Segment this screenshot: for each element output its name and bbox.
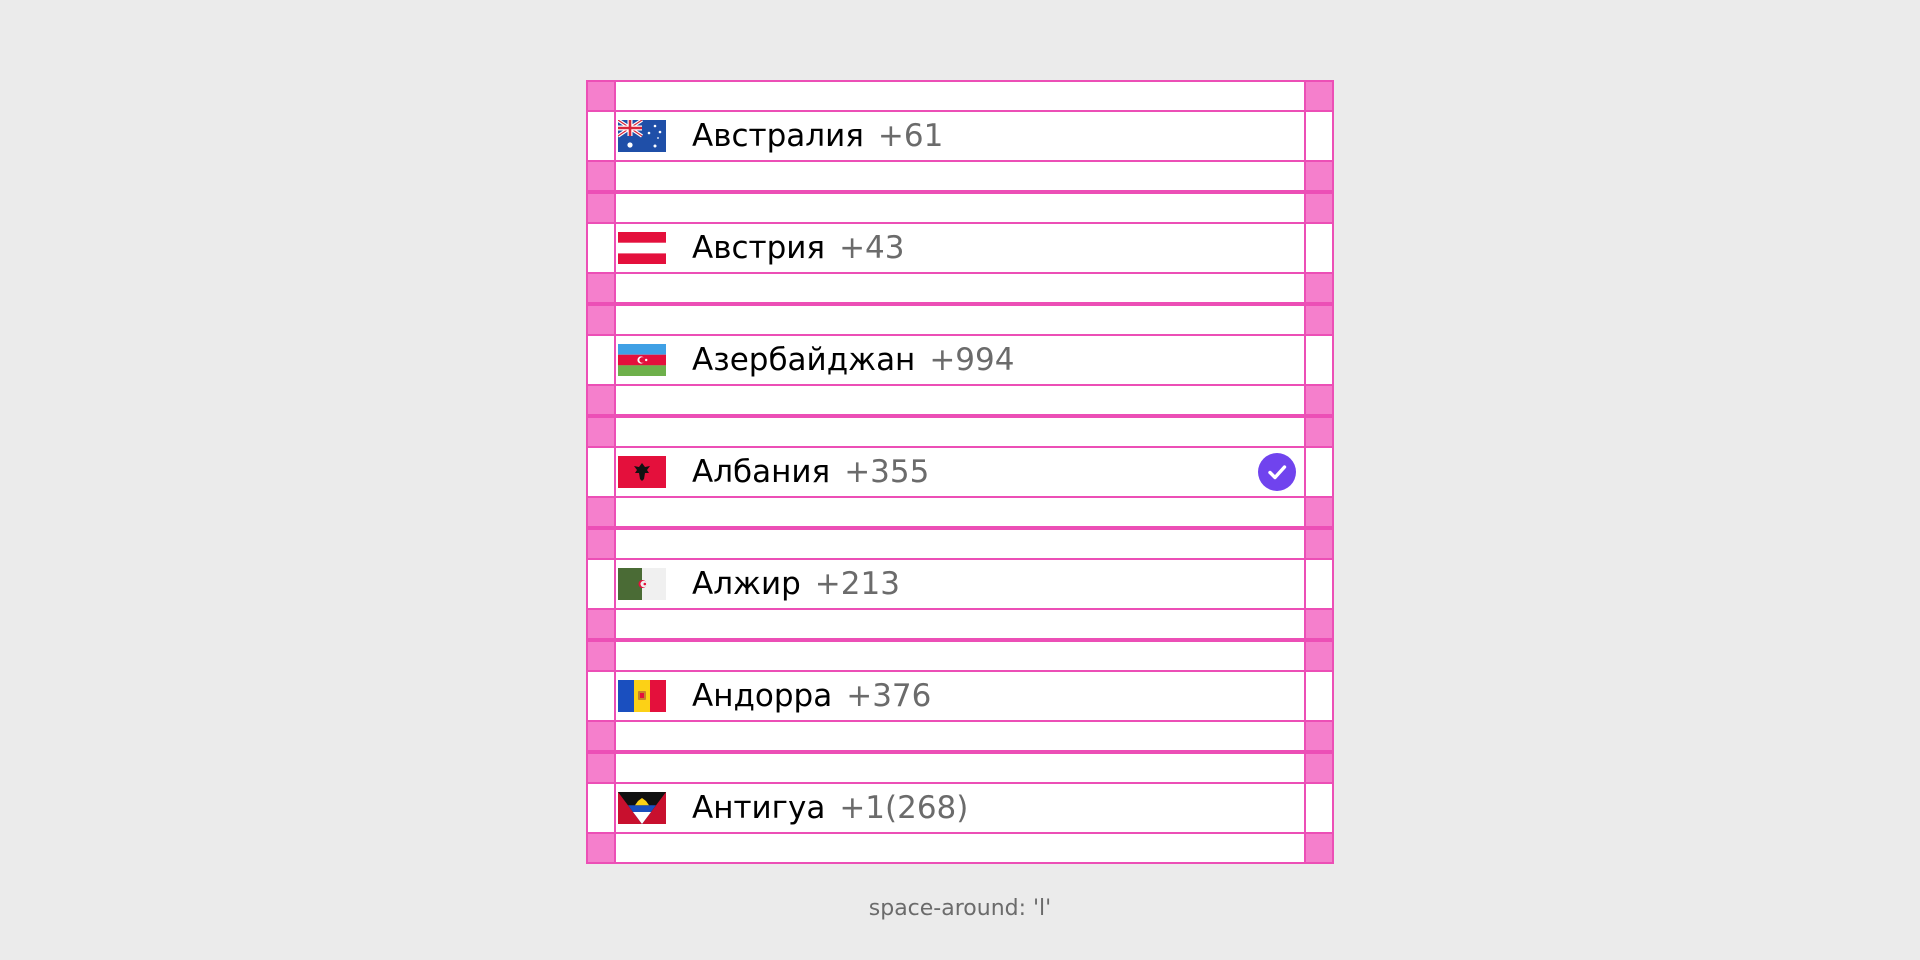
top-spacing-guide (586, 416, 1334, 448)
top-spacing-guide (586, 528, 1334, 560)
country-name: Андорра (692, 678, 833, 714)
bottom-spacing-guide (586, 608, 1334, 640)
australia-flag-icon (618, 120, 666, 152)
item-content: Алжир +213 (586, 558, 1334, 610)
item-content: Албания +355 (586, 446, 1334, 498)
country-code: +994 (929, 342, 1015, 378)
bottom-spacing-guide (586, 496, 1334, 528)
country-item[interactable]: Антигуа +1(268) (586, 752, 1334, 864)
bottom-spacing-guide (586, 384, 1334, 416)
country-code: +43 (839, 230, 905, 266)
country-item[interactable]: Австралия +61 (586, 80, 1334, 192)
top-spacing-guide (586, 752, 1334, 784)
item-content: Азербайджан +994 (586, 334, 1334, 386)
top-spacing-guide (586, 80, 1334, 112)
algeria-flag-icon (618, 568, 666, 600)
country-name: Алжир (692, 566, 801, 602)
country-item[interactable]: Азербайджан +994 (586, 304, 1334, 416)
country-name: Албания (692, 454, 831, 490)
albania-flag-icon (618, 456, 666, 488)
item-content: Австрия +43 (586, 222, 1334, 274)
bottom-spacing-guide (586, 272, 1334, 304)
top-spacing-guide (586, 304, 1334, 336)
bottom-spacing-guide (586, 832, 1334, 864)
country-list: Австралия +61 Австрия +43 Азербайджан +9… (586, 80, 1334, 864)
country-name: Австрия (692, 230, 826, 266)
country-code: +1(268) (839, 790, 969, 826)
country-code: +376 (846, 678, 932, 714)
item-content: Австралия +61 (586, 110, 1334, 162)
country-code: +61 (877, 118, 944, 154)
andorra-flag-icon (618, 680, 666, 712)
caption: space-around: 'l' (868, 896, 1052, 921)
country-item[interactable]: Алжир +213 (586, 528, 1334, 640)
country-item[interactable]: Австрия +43 (586, 192, 1334, 304)
azerbaijan-flag-icon (618, 344, 666, 376)
austria-flag-icon (618, 232, 666, 264)
country-name: Антигуа (692, 790, 826, 826)
item-content: Андорра +376 (586, 670, 1334, 722)
country-name: Австралия (692, 118, 864, 154)
country-code: +355 (844, 454, 930, 490)
top-spacing-guide (586, 192, 1334, 224)
top-spacing-guide (586, 640, 1334, 672)
item-content: Антигуа +1(268) (586, 782, 1334, 834)
bottom-spacing-guide (586, 720, 1334, 752)
antigua-flag-icon (618, 792, 666, 824)
checkmark-icon (1258, 453, 1296, 491)
bottom-spacing-guide (586, 160, 1334, 192)
country-item[interactable]: Андорра +376 (586, 640, 1334, 752)
country-item-selected[interactable]: Албания +355 (586, 416, 1334, 528)
country-code: +213 (814, 566, 900, 602)
country-name: Азербайджан (692, 342, 916, 378)
